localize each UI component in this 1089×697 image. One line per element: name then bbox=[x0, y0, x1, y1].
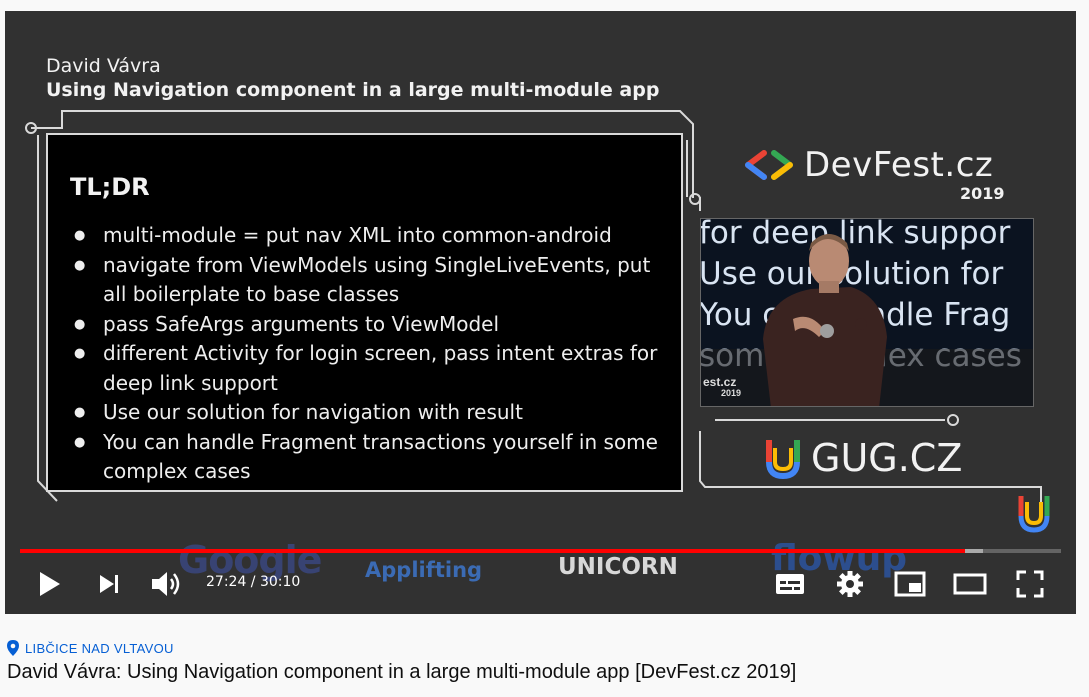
play-icon bbox=[40, 572, 60, 596]
slide-title: Using Navigation component in a large mu… bbox=[46, 79, 660, 101]
camera-brand-line: 2019 bbox=[721, 388, 742, 398]
gug-corner-logo-icon bbox=[1018, 496, 1050, 533]
gug-u-icon bbox=[766, 440, 800, 480]
camera-brand: est.cz 2019 bbox=[703, 375, 742, 399]
miniplayer-button[interactable] bbox=[892, 568, 928, 600]
devfest-year: 2019 bbox=[960, 184, 1005, 203]
list-item: navigate from ViewModels using SingleLiv… bbox=[72, 251, 672, 310]
speaker-camera-inset: for deep link suppor Use our solution fo… bbox=[700, 218, 1034, 407]
gug-logo: GUG.CZ bbox=[765, 436, 985, 480]
progress-played bbox=[20, 549, 966, 553]
fullscreen-button[interactable] bbox=[1012, 568, 1048, 600]
time-display: 27:24 / 30:10 bbox=[206, 574, 301, 590]
fullscreen-icon bbox=[1016, 570, 1044, 598]
tldr-list: multi-module = put nav XML into common-a… bbox=[72, 221, 672, 487]
video-title: David Vávra: Using Navigation component … bbox=[7, 661, 797, 683]
location-link[interactable]: LIBČICE NAD VLTAVOU bbox=[7, 640, 174, 656]
video-frame: David Vávra Using Navigation component i… bbox=[5, 11, 1076, 614]
tldr-heading: TL;DR bbox=[70, 173, 150, 201]
gug-name: GUG.CZ bbox=[811, 436, 963, 480]
theater-mode-button[interactable] bbox=[952, 568, 988, 600]
miniplayer-icon bbox=[894, 571, 926, 597]
tldr-box: TL;DR multi-module = put nav XML into co… bbox=[46, 133, 683, 492]
devfest-name: DevFest.cz bbox=[804, 145, 994, 185]
list-item: You can handle Fragment transactions you… bbox=[72, 428, 672, 487]
next-button[interactable] bbox=[91, 568, 127, 600]
progress-bar[interactable] bbox=[20, 549, 1061, 553]
list-item: pass SafeArgs arguments to ViewModel bbox=[72, 310, 672, 340]
video-meta: LIBČICE NAD VLTAVOU bbox=[7, 640, 174, 656]
volume-button[interactable] bbox=[149, 568, 185, 600]
settings-icon bbox=[837, 571, 863, 597]
speaker-name: David Vávra bbox=[46, 55, 161, 77]
devfest-chevrons-icon bbox=[745, 150, 793, 180]
list-item: multi-module = put nav XML into common-a… bbox=[72, 221, 672, 251]
play-button[interactable] bbox=[31, 568, 67, 600]
video-player[interactable]: David Vávra Using Navigation component i… bbox=[5, 11, 1076, 614]
location-pin-icon bbox=[7, 640, 19, 656]
camera-brand-line: est.cz bbox=[703, 375, 737, 389]
subtitles-button[interactable] bbox=[772, 568, 808, 600]
settings-button[interactable] bbox=[832, 568, 868, 600]
theater-icon bbox=[953, 573, 987, 595]
list-item: different Activity for login screen, pas… bbox=[72, 339, 672, 398]
volume-icon bbox=[152, 572, 180, 596]
subtitles-icon bbox=[776, 574, 804, 594]
next-icon bbox=[100, 575, 118, 593]
location-text: LIBČICE NAD VLTAVOU bbox=[25, 640, 174, 656]
player-controls: 27:24 / 30:10 bbox=[5, 559, 1076, 609]
devfest-logo: DevFest.cz 2019 bbox=[738, 144, 1008, 204]
list-item: Use our solution for navigation with res… bbox=[72, 398, 672, 428]
speaker-figure bbox=[701, 234, 1033, 406]
